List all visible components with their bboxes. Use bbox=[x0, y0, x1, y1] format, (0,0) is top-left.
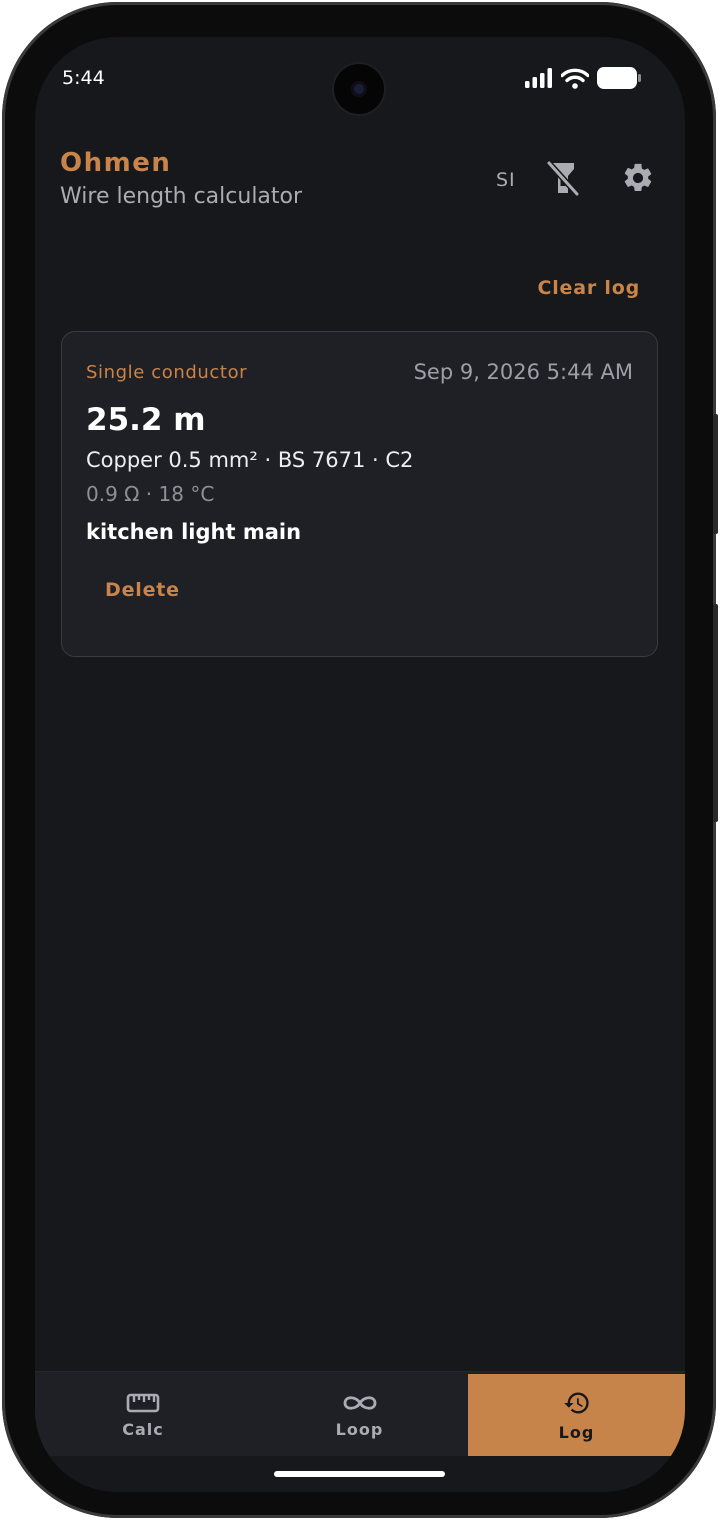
app-subtitle: Wire length calculator bbox=[60, 184, 303, 209]
battery-icon bbox=[597, 67, 641, 89]
home-indicator[interactable] bbox=[274, 1471, 445, 1477]
units-toggle[interactable]: SI bbox=[496, 169, 516, 191]
phone-frame: 5:44 Ohmen Wire length calculator SI Cle… bbox=[2, 2, 718, 1518]
app-title: Ohmen bbox=[60, 148, 172, 178]
tab-log[interactable]: Log bbox=[468, 1374, 685, 1456]
wifi-icon bbox=[561, 68, 589, 89]
history-icon bbox=[563, 1392, 589, 1413]
entry-note: kitchen light main bbox=[86, 520, 302, 544]
log-entry-card: Single conductor Sep 9, 2026 5:44 AM 25.… bbox=[61, 331, 658, 657]
settings-button[interactable] bbox=[619, 159, 657, 197]
tab-loop-label: Loop bbox=[335, 1419, 384, 1439]
entry-length: 25.2 m bbox=[86, 402, 206, 438]
cellular-signal-icon bbox=[525, 68, 552, 88]
delete-entry-button[interactable]: Delete bbox=[105, 579, 180, 601]
entry-datetime: Sep 9, 2026 5:44 AM bbox=[413, 360, 633, 384]
gear-icon bbox=[624, 163, 652, 192]
tab-loop[interactable]: Loop bbox=[251, 1374, 468, 1456]
entry-type: Single conductor bbox=[86, 362, 248, 383]
entry-spec: Copper 0.5 mm² · BS 7671 · C2 bbox=[86, 448, 414, 472]
front-camera bbox=[334, 64, 384, 114]
tab-calc[interactable]: Calc bbox=[35, 1374, 251, 1456]
status-time: 5:44 bbox=[62, 67, 105, 89]
tab-log-label: Log bbox=[558, 1422, 595, 1442]
app-screen: 5:44 Ohmen Wire length calculator SI Cle… bbox=[35, 37, 685, 1492]
tab-calc-label: Calc bbox=[122, 1419, 164, 1439]
ruler-icon bbox=[126, 1393, 160, 1412]
flashlight-button[interactable] bbox=[544, 159, 582, 197]
clear-log-button[interactable]: Clear log bbox=[537, 277, 640, 299]
flashlight-off-icon bbox=[546, 160, 580, 196]
bottom-tab-bar: Calc Loop Log bbox=[35, 1371, 685, 1456]
infinity-icon bbox=[343, 1395, 376, 1410]
side-button bbox=[713, 414, 718, 534]
status-icons bbox=[525, 67, 641, 89]
entry-measurement: 0.9 Ω · 18 °C bbox=[86, 482, 215, 506]
power-button bbox=[713, 604, 718, 822]
